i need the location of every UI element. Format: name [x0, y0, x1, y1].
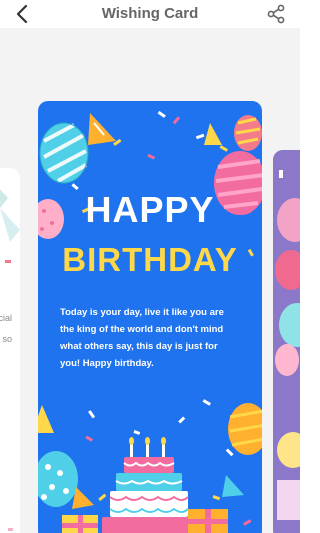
page-title: Wishing Card — [101, 5, 199, 22]
card-message: Today is your day, live it like you are … — [60, 307, 224, 369]
card-previous-text-line1: cial — [0, 313, 12, 323]
card-next[interactable] — [273, 150, 300, 533]
card-carousel[interactable]: cial , so — [0, 28, 300, 533]
card-previous[interactable]: cial , so — [0, 168, 20, 533]
card-headline-happy: HAPPY — [85, 189, 215, 230]
app-header: Wishing Card — [0, 0, 300, 28]
share-button[interactable] — [266, 4, 286, 24]
card-next-decoration — [273, 150, 300, 533]
birthday-card[interactable]: HAPPY BIRTHDAY Today is your day, live i… — [38, 101, 262, 533]
card-previous-decoration — [0, 189, 20, 531]
share-icon — [267, 4, 285, 24]
card-previous-text-line2: , so — [0, 334, 12, 344]
card-headline-birthday: BIRTHDAY — [62, 241, 238, 278]
